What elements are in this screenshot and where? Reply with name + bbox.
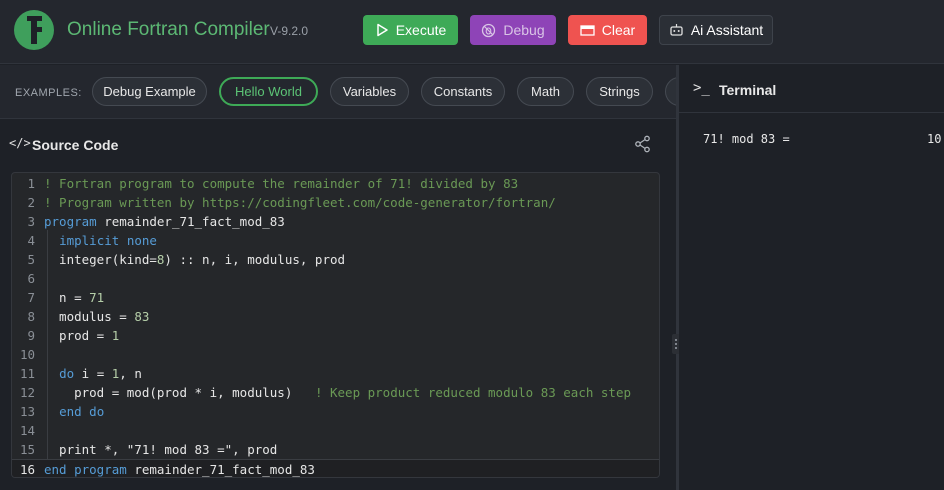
example-chip-more[interactable]: [665, 77, 676, 106]
code-text: modulus = 83: [44, 309, 150, 324]
example-chip-constants[interactable]: Constants: [421, 77, 505, 106]
code-editor[interactable]: 1 ! Fortran program to compute the remain…: [11, 172, 660, 478]
terminal-title: Terminal: [719, 82, 777, 98]
code-text: implicit none: [59, 233, 157, 248]
app-title: Online Fortran Compiler: [67, 19, 270, 40]
line-number: 10: [19, 347, 35, 362]
line-number: 3: [27, 214, 35, 229]
code-text: prod = 1: [44, 328, 120, 343]
code-icon: </>: [9, 136, 31, 150]
code-text: prod = mod(prod * i, modulus) ! Keep pro…: [44, 385, 632, 400]
code-line[interactable]: 14: [12, 421, 659, 440]
line-number: 15: [19, 442, 35, 457]
line-number: 2: [27, 195, 35, 210]
code-line[interactable]: 9 prod = 1: [12, 326, 659, 345]
line-number: 6: [27, 271, 35, 286]
code-line[interactable]: 6: [12, 269, 659, 288]
examples-bar: EXAMPLES: Debug Example Hello World Vari…: [0, 65, 676, 119]
code-text: do i = 1, n: [59, 366, 142, 381]
line-number: 14: [19, 423, 35, 438]
line-number: 16: [19, 462, 35, 477]
terminal-body[interactable]: 71! mod 83 = 10: [679, 113, 944, 490]
execute-button[interactable]: Execute: [363, 15, 458, 45]
debug-label: Debug: [503, 22, 545, 38]
example-chip-strings[interactable]: Strings: [586, 77, 653, 106]
top-header: Online Fortran Compiler V-9.2.0 Execute …: [0, 0, 944, 64]
code-text: end program remainder_71_fact_mod_83: [44, 462, 315, 477]
line-number: 12: [19, 385, 35, 400]
play-icon: [376, 23, 388, 37]
code-text: program remainder_71_fact_mod_83: [44, 214, 285, 229]
ai-assistant-label: Ai Assistant: [690, 22, 764, 38]
fortran-logo-icon[interactable]: [14, 10, 54, 50]
code-line[interactable]: 11 do i = 1, n: [12, 364, 659, 383]
code-line[interactable]: 8 modulus = 83: [12, 307, 659, 326]
share-icon[interactable]: [634, 135, 652, 153]
line-number: 1: [27, 176, 35, 191]
line-number: 13: [19, 404, 35, 419]
clear-button[interactable]: Clear: [568, 15, 647, 45]
code-line[interactable]: 13 end do: [12, 402, 659, 421]
code-line[interactable]: 15 print *, "71! mod 83 =", prod: [12, 440, 659, 459]
code-text: ! Fortran program to compute the remaind…: [44, 176, 519, 191]
line-number: 7: [27, 290, 35, 305]
code-line[interactable]: 2 ! Program written by https://codingflee…: [12, 193, 659, 212]
terminal-header: >_ Terminal: [679, 65, 944, 113]
line-number: 8: [27, 309, 35, 324]
source-code-title: Source Code: [32, 137, 119, 153]
clear-label: Clear: [601, 22, 636, 38]
code-line[interactable]: 1 ! Fortran program to compute the remain…: [12, 174, 659, 193]
code-line[interactable]: 7 n = 71: [12, 288, 659, 307]
line-number: 5: [27, 252, 35, 267]
app-version: V-9.2.0: [270, 24, 309, 38]
code-text: integer(kind=8) :: n, i, modulus, prod: [44, 252, 346, 267]
code-line[interactable]: 4 implicit none: [12, 231, 659, 250]
terminal-icon: >_: [693, 80, 710, 96]
code-text: ! Program written by https://codingfleet…: [44, 195, 556, 210]
ai-assistant-button[interactable]: Ai Assistant: [659, 15, 773, 45]
code-line[interactable]: 10: [12, 345, 659, 364]
source-code-header: </> Source Code: [0, 120, 676, 172]
code-line[interactable]: 5 integer(kind=8) :: n, i, modulus, prod: [12, 250, 659, 269]
bug-icon: [482, 23, 496, 37]
debug-button[interactable]: Debug: [470, 15, 556, 45]
code-line[interactable]: 3 program remainder_71_fact_mod_83: [12, 212, 659, 231]
example-chip-debug-example[interactable]: Debug Example: [92, 77, 207, 106]
code-line[interactable]: 12 prod = mod(prod * i, modulus) ! Keep …: [12, 383, 659, 402]
eraser-icon: [580, 24, 595, 36]
example-chip-variables[interactable]: Variables: [330, 77, 409, 106]
terminal-output: 71! mod 83 = 10: [703, 132, 942, 146]
example-chip-math[interactable]: Math: [517, 77, 574, 106]
example-chip-hello-world[interactable]: Hello World: [219, 77, 318, 106]
code-text: end do: [59, 404, 105, 419]
code-line[interactable]: 16 end program remainder_71_fact_mod_83: [12, 459, 659, 477]
line-number: 4: [27, 233, 35, 248]
code-text: n = 71: [44, 290, 105, 305]
robot-icon: [670, 24, 683, 36]
code-text: print *, "71! mod 83 =", prod: [44, 442, 278, 457]
execute-label: Execute: [395, 22, 447, 38]
line-number: 11: [19, 366, 35, 381]
examples-label: EXAMPLES:: [15, 87, 82, 99]
line-number: 9: [27, 328, 35, 343]
